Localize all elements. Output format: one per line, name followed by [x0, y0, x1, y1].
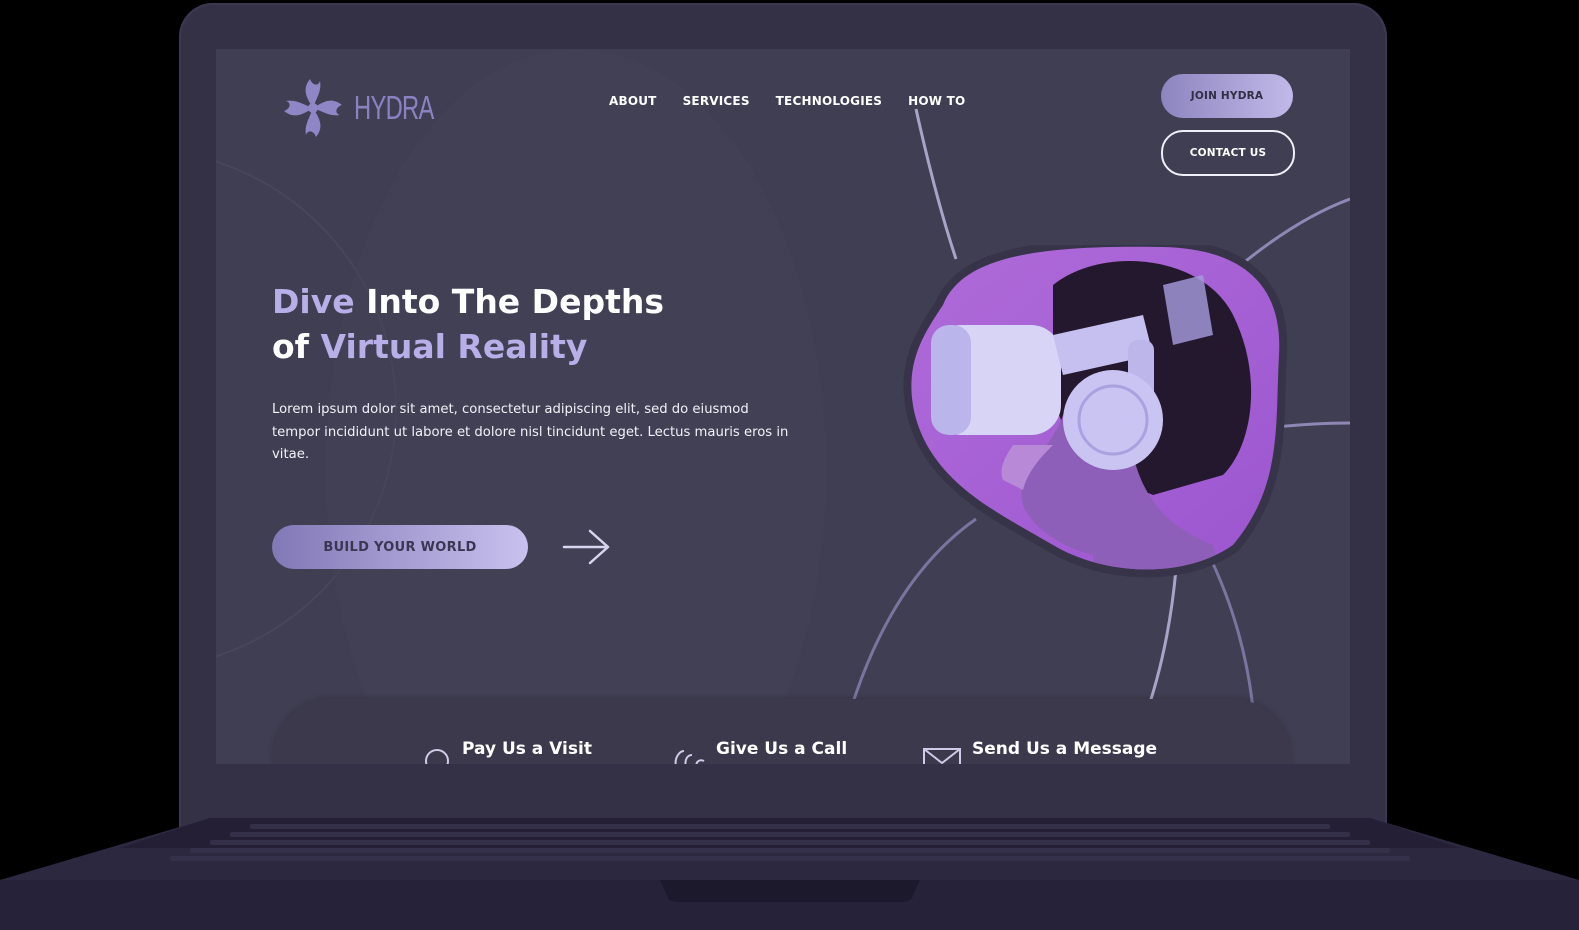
- info-call-label: Give Us a Call: [716, 739, 848, 759]
- hero-title: Dive Into The Depths of Virtual Reality: [272, 279, 664, 369]
- info-visit-label: Pay Us a Visit: [462, 739, 592, 759]
- mail-icon: [923, 748, 961, 764]
- contact-us-button[interactable]: CONTACT US: [1161, 130, 1295, 176]
- info-message-label: Send Us a Message: [972, 739, 1158, 759]
- join-hydra-button[interactable]: JOIN HYDRA: [1161, 74, 1293, 118]
- phone-icon: [674, 750, 705, 764]
- info-call[interactable]: Give Us a Call: [672, 739, 847, 764]
- hero-title-accent-2: Virtual Reality: [320, 327, 588, 366]
- hero-title-accent-1: Dive: [272, 282, 355, 321]
- laptop-base: [0, 818, 1579, 930]
- hydra-logo-icon: [284, 79, 342, 137]
- nav-technologies[interactable]: TECHNOLOGIES: [776, 94, 882, 108]
- info-message[interactable]: Send Us a Message: [922, 739, 1157, 764]
- info-visit[interactable]: Pay Us a Visit: [422, 739, 592, 764]
- main-navigation: ABOUT SERVICES TECHNOLOGIES HOW TO: [609, 94, 965, 108]
- nav-how-to[interactable]: HOW TO: [908, 94, 965, 108]
- website-screen: HYDRA ABOUT SERVICES TECHNOLOGIES HOW TO…: [216, 49, 1350, 764]
- build-your-world-button[interactable]: BUILD YOUR WORLD: [272, 525, 528, 569]
- arrow-right-icon[interactable]: [562, 527, 612, 567]
- vr-person-image: [903, 245, 1288, 578]
- brand-logo[interactable]: HYDRA: [276, 71, 465, 145]
- nav-services[interactable]: SERVICES: [683, 94, 750, 108]
- nav-about[interactable]: ABOUT: [609, 94, 657, 108]
- hero-title-part-2: of: [272, 327, 321, 366]
- location-icon: [425, 749, 449, 764]
- contact-info-bar: Pay Us a Visit Give Us a Call Send Us a …: [272, 699, 1292, 764]
- hero-description: Lorem ipsum dolor sit amet, consectetur …: [272, 402, 789, 462]
- brand-name: HYDRA: [354, 89, 434, 126]
- hero-title-part-1: Into The Depths: [354, 282, 664, 321]
